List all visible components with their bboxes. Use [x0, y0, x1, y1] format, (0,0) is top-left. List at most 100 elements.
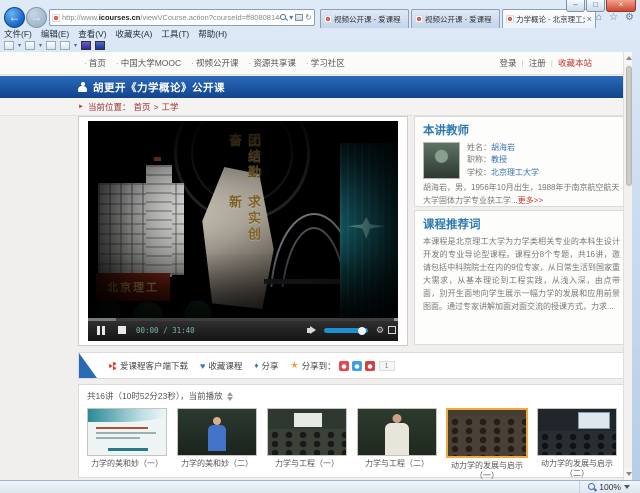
stop-button[interactable] — [118, 326, 126, 334]
print-icon[interactable] — [60, 41, 70, 50]
action-bar: 爱课程客户端下载 ♥ 收藏课程 ♦ 分享 ★ 分享到： 1 — [78, 352, 630, 379]
playlist-item-6[interactable]: 动力学的发展与启示（二） — [535, 408, 619, 480]
video-thumbnail[interactable] — [357, 408, 437, 456]
video-caption: 力学的美和妙（二） — [175, 459, 259, 469]
video-thumbnail[interactable] — [87, 408, 167, 456]
pause-button[interactable] — [97, 326, 105, 335]
forward-button[interactable]: → — [26, 7, 47, 28]
onenote-linked-icon[interactable] — [95, 41, 105, 50]
tab-video-open-course-1[interactable]: 视频公开课 - 爱课程 — [320, 9, 409, 28]
sort-toggle-icon[interactable] — [227, 392, 233, 401]
video-thumbnail[interactable] — [537, 408, 617, 456]
back-button[interactable]: ← — [4, 7, 25, 28]
search-icon[interactable] — [280, 14, 287, 21]
status-bar: 100% — [0, 480, 640, 493]
tab-favicon — [415, 15, 423, 23]
nav-link-mooc[interactable]: ·中国大学MOOC — [116, 57, 181, 69]
video-caption: 动力学的发展与启示（一） — [445, 461, 529, 480]
breadcrumb-home-link[interactable]: 首页 — [133, 101, 150, 113]
scrollbar-thumb[interactable] — [626, 66, 632, 186]
gear-icon[interactable]: ⚙ — [625, 12, 634, 23]
page-icon[interactable] — [4, 41, 14, 50]
minimize-button[interactable]: – — [566, 0, 585, 12]
qq-share-icon[interactable] — [352, 361, 362, 371]
tab-close-icon[interactable]: × — [587, 14, 592, 24]
close-button[interactable]: × — [606, 0, 636, 12]
login-link[interactable]: 登录 — [500, 57, 517, 69]
playlist-item-1[interactable]: 力学的美和妙（一） — [85, 408, 169, 480]
video-caption: 力学与工程（一） — [265, 459, 349, 469]
search-dropdown-icon[interactable]: ▾ — [289, 13, 293, 22]
refresh-icon[interactable]: ↻ — [305, 13, 312, 22]
teacher-photo — [423, 142, 460, 179]
weibo-share-icon[interactable] — [339, 361, 349, 371]
playlist-item-5-current[interactable]: 动力学的发展与启示（一） — [445, 408, 529, 480]
more-link[interactable]: 更多>> — [518, 196, 543, 205]
share-button[interactable]: ♦ 分享 — [254, 360, 278, 372]
url-text[interactable]: http://www.icourses.cn/viewVCourse.actio… — [62, 13, 280, 22]
video-thumbnail[interactable] — [267, 408, 347, 456]
icourses-favicon — [52, 14, 60, 22]
site-nav: ·首页 ·中国大学MOOC ·视频公开课 ·资源共享课 ·学习社区 登录 | 注… — [0, 52, 632, 75]
volume-icon[interactable] — [310, 326, 316, 334]
nav-link-home[interactable]: ·首页 — [84, 57, 106, 69]
scroll-down-arrow[interactable] — [624, 468, 632, 480]
client-download-button[interactable]: 爱课程客户端下载 — [109, 360, 188, 372]
recommendation-box: 课程推荐词 本课程是北京理工大学为力学类相关专业的本科生设计开发的专业导论型课程… — [414, 210, 629, 345]
recommendation-section-title: 课程推荐词 — [423, 216, 620, 232]
playlist-item-3[interactable]: 力学与工程（一） — [265, 408, 349, 480]
favorites-star-icon[interactable]: ☆ — [609, 12, 618, 23]
menu-favorites[interactable]: 收藏夹(A) — [116, 28, 153, 40]
register-link[interactable]: 注册 — [529, 57, 546, 69]
tab-strip: 视频公开课 - 爱课程 视频公开课 - 爱课程 力学概论 - 北京理工大... … — [320, 9, 596, 28]
share-icon: ♦ — [254, 361, 258, 370]
zoom-dropdown-icon[interactable] — [624, 485, 630, 489]
time-display: 00:00 / 31:40 — [136, 326, 195, 335]
star-icon: ★ — [290, 360, 298, 371]
playlist-item-2[interactable]: 力学的美和妙（二） — [175, 408, 259, 480]
nav-link-resource-share[interactable]: ·资源共享课 — [249, 57, 296, 69]
page-dropdown-icon[interactable]: ▾ — [18, 42, 21, 49]
zoom-control[interactable]: 100% — [579, 481, 640, 493]
vertical-scrollbar[interactable] — [623, 52, 632, 480]
browser-window: – □ × ← → http://www.icourses.cn/viewVCo… — [0, 0, 640, 493]
renren-share-icon[interactable] — [365, 361, 375, 371]
print-dropdown-icon[interactable]: ▾ — [74, 42, 77, 49]
compatibility-view-icon[interactable] — [295, 14, 303, 21]
tab-video-open-course-2[interactable]: 视频公开课 - 爱课程 — [411, 9, 500, 28]
slideshow-dropdown-icon[interactable]: ▾ — [39, 42, 42, 49]
address-bar[interactable]: http://www.icourses.cn/viewVCourse.actio… — [49, 9, 315, 26]
menu-help[interactable]: 帮助(H) — [198, 28, 227, 40]
video-screen[interactable]: 北京理工 团结勤奋求实创新 — [88, 121, 398, 318]
settings-wrench-icon[interactable]: ⚙ — [376, 325, 384, 336]
course-banner: 胡更开《力学概论》公开课 — [0, 76, 632, 98]
volume-slider[interactable] — [324, 328, 368, 333]
teacher-section-title: 本讲教师 — [423, 122, 620, 138]
teacher-box: 本讲教师 姓名：胡海岩 职称：教授 学校：北京理工大学 胡海岩，男，1956年1… — [414, 116, 629, 207]
playlist-item-4[interactable]: 力学与工程（二） — [355, 408, 439, 480]
icourses-pinwheel-icon — [109, 362, 117, 370]
share-count: 1 — [379, 361, 395, 371]
mail-icon[interactable] — [46, 41, 56, 50]
teacher-bio: 胡海岩，男，1956年10月出生，1988年于南京航空航天大学固体力学专业获工学… — [423, 182, 620, 208]
playlist-panel: 共16讲（10时52分23秒），当前播放 力学的美和妙（一） 力学的美和妙（二）… — [78, 384, 630, 478]
video-thumbnail[interactable] — [177, 408, 257, 456]
home-icon[interactable]: ⌂ — [596, 12, 602, 23]
share-to-label: ★ 分享到： — [290, 360, 335, 372]
favorite-site-link[interactable]: 收藏本站 — [558, 57, 592, 69]
restore-button[interactable]: □ — [586, 0, 605, 12]
scroll-up-arrow[interactable] — [624, 52, 632, 64]
onenote-icon[interactable] — [81, 41, 91, 50]
breadcrumb-category-link[interactable]: 工学 — [161, 101, 178, 113]
progress-bar[interactable] — [88, 318, 398, 321]
teacher-title-row: 职称：教授 — [467, 154, 539, 166]
menu-tools[interactable]: 工具(T) — [161, 28, 189, 40]
nav-link-learning-community[interactable]: ·学习社区 — [306, 57, 345, 69]
favorite-course-button[interactable]: ♥ 收藏课程 — [200, 360, 242, 372]
nav-link-video-open-course[interactable]: ·视频公开课 — [191, 57, 238, 69]
fullscreen-icon[interactable] — [388, 326, 396, 334]
zoom-level: 100% — [599, 482, 621, 492]
blue-corner-decoration — [79, 353, 97, 378]
slideshow-icon[interactable] — [25, 41, 35, 50]
video-thumbnail-current[interactable] — [446, 408, 528, 458]
